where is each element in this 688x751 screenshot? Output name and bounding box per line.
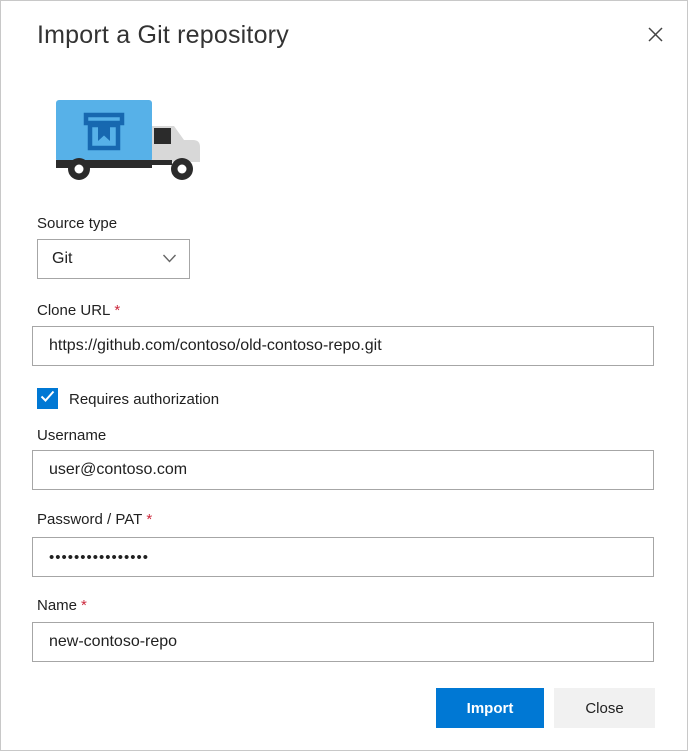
close-button[interactable]: Close [554, 688, 655, 728]
required-asterisk: * [146, 511, 152, 528]
checkmark-icon [40, 390, 55, 408]
import-button[interactable]: Import [436, 688, 544, 728]
username-label: Username [37, 427, 106, 444]
clone-url-label: Clone URL* [37, 302, 120, 319]
close-icon [646, 25, 665, 47]
required-asterisk: * [114, 302, 120, 319]
clone-url-input[interactable] [32, 326, 654, 366]
dialog-close-button[interactable] [641, 22, 669, 50]
chevron-down-icon [162, 250, 177, 268]
repository-name-input[interactable] [32, 622, 654, 662]
requires-authorization-checkbox[interactable] [37, 388, 58, 409]
repository-name-label: Name* [37, 597, 87, 614]
username-input[interactable] [32, 450, 654, 490]
dialog-title: Import a Git repository [37, 21, 289, 50]
import-git-repository-dialog: Import a Git repository [0, 0, 688, 751]
requires-authorization-label[interactable]: Requires authorization [69, 391, 219, 408]
required-asterisk: * [81, 597, 87, 614]
password-input[interactable] [32, 537, 654, 577]
source-type-label: Source type [37, 215, 117, 232]
password-label: Password / PAT* [37, 511, 152, 528]
source-type-selected-value: Git [52, 250, 72, 268]
import-truck-icon [55, 97, 207, 183]
source-type-select[interactable]: Git [37, 239, 190, 279]
